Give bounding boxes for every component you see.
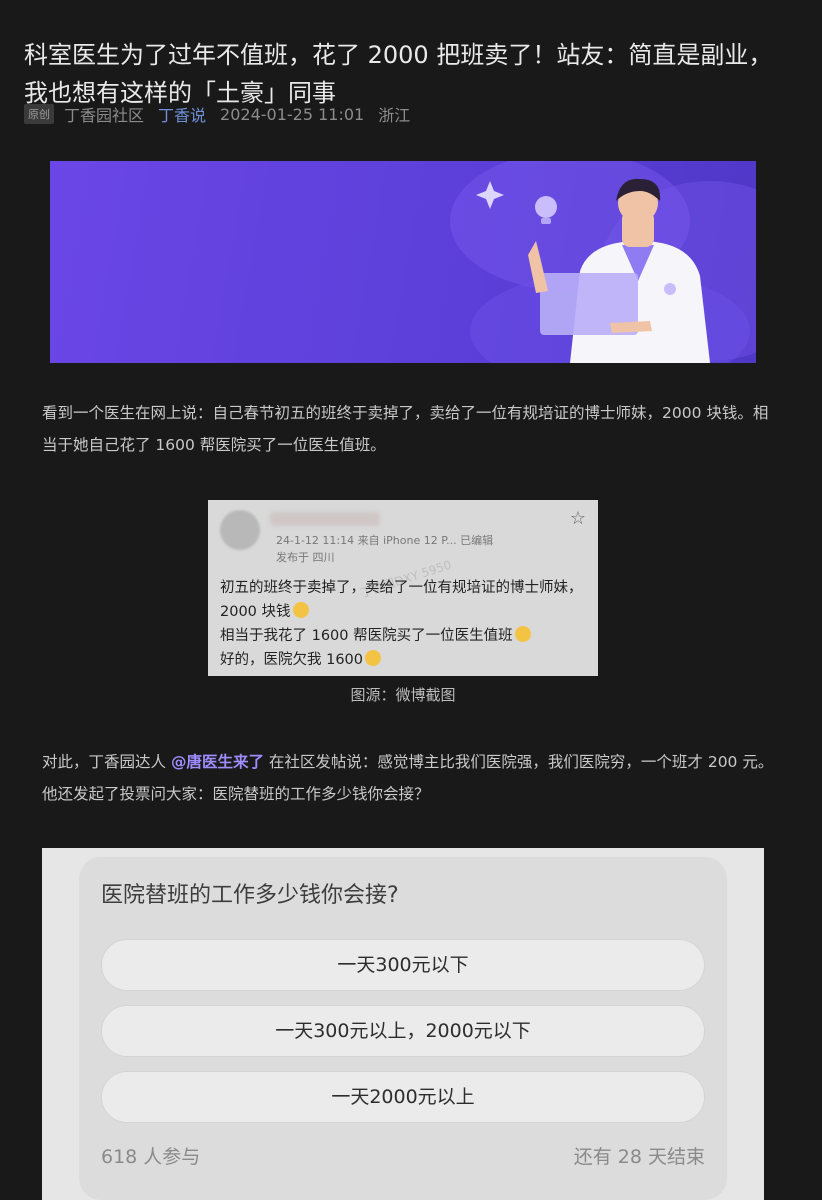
publish-date: 2024-01-25 11:01: [220, 104, 365, 124]
weibo-post-location: 发布于 四川: [276, 551, 335, 564]
star-outline-icon: ☆: [569, 508, 586, 529]
poll-screenshot: 医院替班的工作多少钱你会接? 一天300元以下 一天300元以上，2000元以下…: [42, 848, 764, 1200]
weibo-line-3: 好的，医院欠我 1600: [220, 652, 364, 668]
publish-location: 浙江: [378, 106, 411, 125]
crying-emoji-icon: [514, 626, 531, 642]
weibo-line-2: 相当于我花了 1600 帮医院买了一位医生值班: [220, 628, 513, 644]
poll-remaining-time: 还有 28 天结束: [573, 1146, 705, 1168]
crying-emoji-icon: [292, 602, 309, 618]
article-title: 科室医生为了过年不值班，花了 2000 把班卖了！站友：简直是副业，我也想有这样…: [24, 41, 773, 108]
paragraph-1: 看到一个医生在网上说：自己春节初五的班终于卖掉了，卖给了一位有规培证的博士师妹，…: [42, 404, 769, 454]
poll-option[interactable]: 一天2000元以上: [101, 1071, 705, 1123]
user-mention-link[interactable]: @唐医生来了: [171, 753, 264, 771]
weibo-line-1: 初五的班终于卖掉了，卖给了一位有规培证的博士师妹，2000 块钱: [220, 580, 583, 620]
avatar: [220, 510, 260, 550]
article-meta: 原创 丁香园社区 丁香说 2024-01-25 11:01 浙江: [24, 102, 410, 126]
poll-question: 医院替班的工作多少钱你会接?: [101, 883, 399, 908]
poll-card: 医院替班的工作多少钱你会接? 一天300元以下 一天300元以上，2000元以下…: [79, 857, 727, 1200]
weibo-post-meta: 24-1-12 11:14 来自 iPhone 12 P... 已编辑: [276, 534, 494, 547]
weibo-post-body: 初五的班终于卖掉了，卖给了一位有规培证的博士师妹，2000 块钱 相当于我花了 …: [220, 576, 590, 672]
poll-participants: 618 人参与: [101, 1146, 201, 1168]
author-link[interactable]: 丁香说: [158, 102, 206, 126]
doctor-illustration: [450, 161, 756, 363]
paragraph-2-intro: 对此，丁香园达人: [42, 753, 167, 771]
paragraph-2: 对此，丁香园达人 @唐医生来了 在社区发帖说：感觉博主比我们医院强，我们医院穷，…: [42, 746, 782, 810]
image-caption: 图源：微博截图: [350, 686, 456, 704]
banner-image: [50, 161, 756, 363]
poll-option[interactable]: 一天300元以上，2000元以下: [101, 1005, 705, 1057]
source-link[interactable]: 丁香园社区: [64, 102, 144, 126]
weibo-screenshot: ☆ 24-1-12 11:14 来自 iPhone 12 P... 已编辑 发布…: [208, 500, 598, 676]
poll-option[interactable]: 一天300元以下: [101, 939, 705, 991]
teary-emoji-icon: [365, 650, 382, 666]
original-badge: 原创: [24, 104, 54, 124]
blurred-username: [270, 512, 380, 526]
